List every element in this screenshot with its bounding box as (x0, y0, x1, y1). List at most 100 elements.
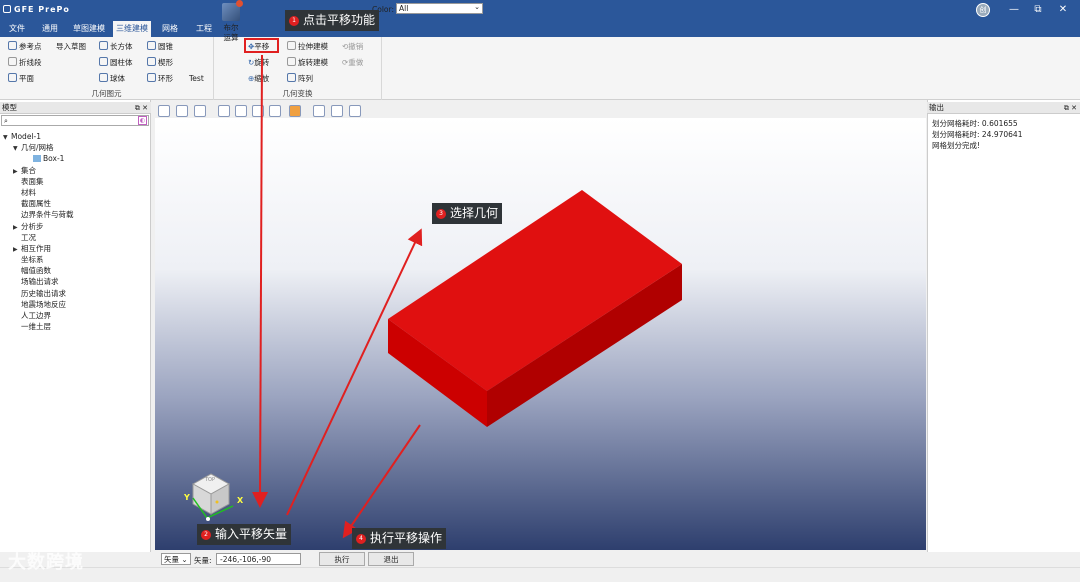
tree-item[interactable]: 工况 (3, 232, 149, 243)
tree-item[interactable]: ▶ 相互作用 (3, 243, 149, 254)
view-iso-icon[interactable] (289, 105, 301, 117)
tree-item[interactable]: 人工边界 (3, 310, 149, 321)
execute-button[interactable]: 执行 (319, 552, 365, 566)
polyline-icon (8, 57, 17, 66)
tab-sketch[interactable]: 草图建模 (70, 21, 108, 37)
tree-item[interactable]: 表面集 (3, 176, 149, 187)
redo-button[interactable]: ⟳重做 (342, 56, 363, 70)
tree-item-label: 一维土层 (21, 322, 51, 332)
test-button[interactable]: Test (189, 72, 204, 86)
revolve-button[interactable]: 旋转建模 (287, 56, 328, 70)
tab-general[interactable]: 通用 (39, 21, 61, 37)
tree-item[interactable]: 幅值函数 (3, 265, 149, 276)
filter-icon[interactable]: ◐ (138, 116, 147, 125)
boolean-button[interactable]: 布尔 运算 (219, 0, 243, 43)
tree-item-label: 材料 (21, 187, 36, 197)
pointer-icon[interactable] (176, 105, 188, 117)
edges-icon[interactable] (349, 105, 361, 117)
watermark-logo: 大数跨境 (8, 552, 84, 573)
tree-item[interactable]: 材料 (3, 187, 149, 198)
tab-3d-modeling[interactable]: 三维建模 (113, 21, 151, 37)
output-line: 网格划分完成! (932, 141, 981, 150)
close-icon[interactable]: ✕ (1055, 3, 1071, 17)
tree-item-label: 边界条件与荷载 (21, 210, 74, 220)
polyline-button[interactable]: 折线段 (8, 56, 42, 70)
mode-select[interactable]: 矢量 ⌄ (161, 553, 191, 565)
cube-face-label: TOP (205, 477, 216, 483)
boolean-icon (222, 0, 243, 21)
user-avatar[interactable]: 创 (976, 3, 990, 17)
tree-item[interactable]: 场输出请求 (3, 276, 149, 287)
tree-item[interactable]: ▶ 分析步 (3, 221, 149, 232)
tree-item[interactable]: 历史输出请求 (3, 288, 149, 299)
tree-item[interactable]: ▼ 几何/网格 (3, 142, 149, 153)
tab-file[interactable]: 文件 (6, 21, 28, 37)
view-back-icon[interactable] (235, 105, 247, 117)
plane-button[interactable]: 平面 (8, 72, 34, 86)
cone-button[interactable]: 圆锥 (147, 40, 173, 54)
tree-item-label: 人工边界 (21, 311, 51, 320)
color-select[interactable]: All (396, 2, 483, 14)
output-pin-close-icon[interactable]: ⧉ ✕ (1064, 102, 1077, 114)
ref-point-button[interactable]: 参考点 (8, 40, 42, 54)
extrude-icon (287, 41, 296, 50)
torus-button[interactable]: 环形 (147, 72, 173, 86)
tree-item[interactable]: Box-1 (3, 153, 149, 164)
app-logo-icon (3, 5, 11, 13)
wireframe-icon[interactable] (331, 105, 343, 117)
minimize-icon[interactable]: — (1006, 3, 1022, 17)
tab-project[interactable]: 工程 (193, 21, 215, 37)
tree-item-label: Model-1 (11, 132, 41, 141)
scale-button[interactable]: ⊕缩放 (248, 72, 269, 86)
restore-icon[interactable]: ⧉ (1030, 3, 1046, 17)
output-panel-header: 输出 ⧉ ✕ (927, 102, 1080, 114)
cone-icon (147, 41, 156, 50)
view-left-icon[interactable] (252, 105, 264, 117)
extrude-button[interactable]: 拉伸建模 (287, 40, 328, 54)
title-bar: GFE PrePo 创 — ⧉ ✕ (0, 0, 1080, 21)
geometry-group-label: 几何图元 (91, 89, 122, 98)
undo-button[interactable]: ⟲撤销 (342, 40, 363, 54)
search-icon: ⌕ (4, 117, 8, 125)
output-line: 划分网格耗时: 24.970641 (932, 130, 1023, 139)
axis-origin (206, 517, 210, 521)
tree-item-label: 历史输出请求 (21, 288, 66, 298)
tree-item-label: 分析步 (21, 221, 44, 231)
tree-item[interactable]: 一维土层 (3, 321, 149, 332)
tree-item-label: 地震场地反应 (21, 299, 66, 309)
vector-input[interactable]: -246,-106,-90 (216, 553, 301, 565)
array-button[interactable]: 阵列 (287, 72, 313, 86)
select-3d-icon[interactable] (194, 105, 206, 117)
tree-item-label: 相互作用 (21, 243, 51, 253)
callout-4: 4 执行平移操作 (352, 528, 447, 549)
y-axis-label: Y (184, 493, 190, 502)
import-sketch-button[interactable]: 导入草图 (56, 40, 86, 54)
tree-item[interactable]: 坐标系 (3, 254, 149, 265)
torus-icon (147, 73, 156, 82)
wedge-button[interactable]: 楔形 (147, 56, 173, 70)
output-panel (927, 100, 1080, 552)
sphere-button[interactable]: 球体 (99, 72, 125, 86)
tree-item[interactable]: 截面属性 (3, 198, 149, 209)
tree-item[interactable]: 边界条件与荷载 (3, 209, 149, 220)
cuboid-button[interactable]: 长方体 (99, 40, 133, 54)
view-front-icon[interactable] (218, 105, 230, 117)
shaded-icon[interactable] (313, 105, 325, 117)
box-select-icon[interactable] (158, 105, 170, 117)
model-search-input[interactable]: ⌕ ◐ (1, 115, 149, 126)
cylinder-button[interactable]: 圆柱体 (99, 56, 133, 70)
tab-mesh[interactable]: 网格 (159, 21, 181, 37)
tree-item[interactable]: 地震场地反应 (3, 299, 149, 310)
cylinder-icon (99, 57, 108, 66)
wedge-icon (147, 57, 156, 66)
view-right-icon[interactable] (269, 105, 281, 117)
tree-item[interactable]: ▼ Model-1 (3, 131, 149, 142)
panel-pin-close-icon[interactable]: ⧉ ✕ (135, 102, 148, 114)
tree-item[interactable]: ▶ 集合 (3, 165, 149, 176)
revolve-icon (287, 57, 296, 66)
3d-viewport[interactable]: X Y TOP (155, 118, 926, 550)
rotate-button[interactable]: ↻旋转 (248, 56, 269, 70)
status-bar (0, 567, 1080, 582)
tree-item-label: 表面集 (21, 176, 44, 186)
exit-button[interactable]: 退出 (368, 552, 414, 566)
